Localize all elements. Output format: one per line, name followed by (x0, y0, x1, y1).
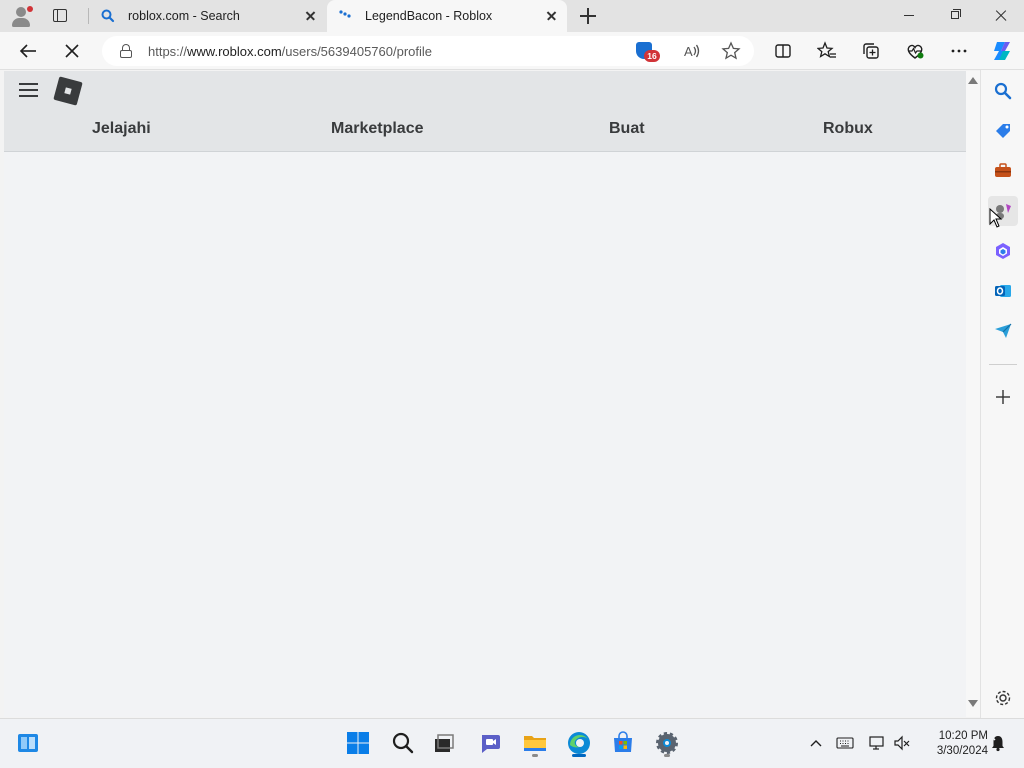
sidebar-shopping-icon[interactable] (988, 116, 1018, 146)
show-hidden-icons-chevron-icon[interactable] (806, 733, 826, 753)
collections-icon[interactable] (857, 37, 885, 65)
roblox-header: Jelajahi Marketplace Buat Robux (4, 71, 966, 152)
keyboard-icon[interactable] (835, 733, 855, 753)
system-clock[interactable]: 10:20 PM 3/30/2024 (918, 729, 988, 759)
tab-separator (88, 8, 89, 24)
back-arrow-icon (19, 44, 36, 58)
close-tab-icon[interactable] (302, 8, 318, 24)
notifications-icon[interactable] (988, 733, 1008, 753)
scroll-up-arrow-icon[interactable] (968, 77, 978, 84)
read-aloud-icon[interactable]: A (678, 37, 706, 65)
more-options-icon[interactable] (945, 37, 973, 65)
profile-icon[interactable] (8, 4, 36, 28)
copilot-icon[interactable] (988, 37, 1016, 65)
favorites-icon[interactable] (813, 37, 841, 65)
sidebar-microsoft365-icon[interactable] (988, 236, 1018, 266)
tab-strip: roblox.com - Search LegendBacon - Roblox (0, 0, 1024, 32)
running-indicator (532, 754, 538, 757)
svg-text:A: A (684, 44, 693, 59)
tab-roblox-search[interactable]: roblox.com - Search (90, 0, 326, 32)
windows-taskbar: 10:20 PM 3/30/2024 (0, 718, 1024, 768)
address-bar[interactable]: https://www.roblox.com/users/5639405760/… (102, 36, 754, 66)
nav-jelajahi[interactable]: Jelajahi (92, 120, 151, 138)
url-text[interactable]: https://www.roblox.com/users/5639405760/… (148, 44, 432, 59)
task-view-icon[interactable] (428, 727, 460, 759)
vertical-scrollbar[interactable] (966, 71, 980, 717)
stop-icon (65, 44, 79, 58)
sidebar-search-icon[interactable] (988, 76, 1018, 106)
window-close-button[interactable] (978, 0, 1024, 32)
back-button[interactable] (14, 37, 42, 65)
active-indicator (572, 754, 586, 757)
sidebar-drop-icon[interactable] (988, 316, 1018, 346)
stop-loading-button[interactable] (58, 37, 86, 65)
clock-date: 3/30/2024 (936, 745, 988, 757)
sidebar-add-icon[interactable] (988, 382, 1018, 412)
nav-marketplace[interactable]: Marketplace (331, 120, 424, 138)
roblox-logo-icon[interactable] (53, 76, 83, 106)
volume-muted-icon[interactable] (892, 733, 912, 753)
loading-favicon-icon (337, 8, 353, 24)
minimize-button[interactable] (886, 0, 932, 32)
sidebar-settings-icon[interactable] (988, 683, 1018, 713)
nav-robux[interactable]: Robux (823, 120, 873, 138)
tab-title: LegendBacon - Roblox (365, 9, 493, 23)
tab-title: roblox.com - Search (128, 9, 240, 23)
edge-browser-icon[interactable] (563, 727, 595, 759)
start-button[interactable] (342, 727, 374, 759)
widgets-icon[interactable] (12, 727, 44, 759)
hamburger-menu-icon[interactable] (19, 82, 39, 98)
settings-gear-icon[interactable] (651, 727, 683, 759)
teams-chat-icon[interactable] (474, 727, 506, 759)
file-explorer-icon[interactable] (519, 727, 551, 759)
nav-buat[interactable]: Buat (609, 120, 645, 138)
close-tab-icon[interactable] (543, 8, 559, 24)
edge-sidebar (980, 70, 1024, 718)
clock-time: 10:20 PM (938, 730, 988, 742)
search-favicon-icon (100, 8, 116, 24)
tab-actions-icon[interactable] (50, 6, 70, 26)
browser-essentials-icon[interactable] (901, 37, 929, 65)
taskbar-search-icon[interactable] (387, 727, 419, 759)
restore-button[interactable] (932, 0, 978, 32)
lock-icon[interactable] (120, 44, 132, 58)
running-indicator (664, 754, 670, 757)
sidebar-divider (989, 364, 1017, 365)
browser-toolbar: https://www.roblox.com/users/5639405760/… (0, 32, 1024, 70)
sidebar-outlook-icon[interactable] (988, 276, 1018, 306)
extension-shield-icon[interactable]: 16 (636, 42, 660, 62)
extension-badge-count: 16 (644, 50, 660, 62)
mouse-cursor-icon (989, 208, 1003, 228)
tab-legendbacon-roblox[interactable]: LegendBacon - Roblox (327, 0, 567, 32)
new-tab-button[interactable] (577, 5, 599, 27)
scroll-down-arrow-icon[interactable] (968, 700, 978, 707)
sidebar-tools-icon[interactable] (988, 156, 1018, 186)
network-icon[interactable] (867, 733, 887, 753)
favorite-star-icon[interactable] (717, 37, 745, 65)
split-screen-icon[interactable] (769, 37, 797, 65)
page-viewport: Jelajahi Marketplace Buat Robux (4, 71, 966, 717)
microsoft-store-icon[interactable] (607, 727, 639, 759)
